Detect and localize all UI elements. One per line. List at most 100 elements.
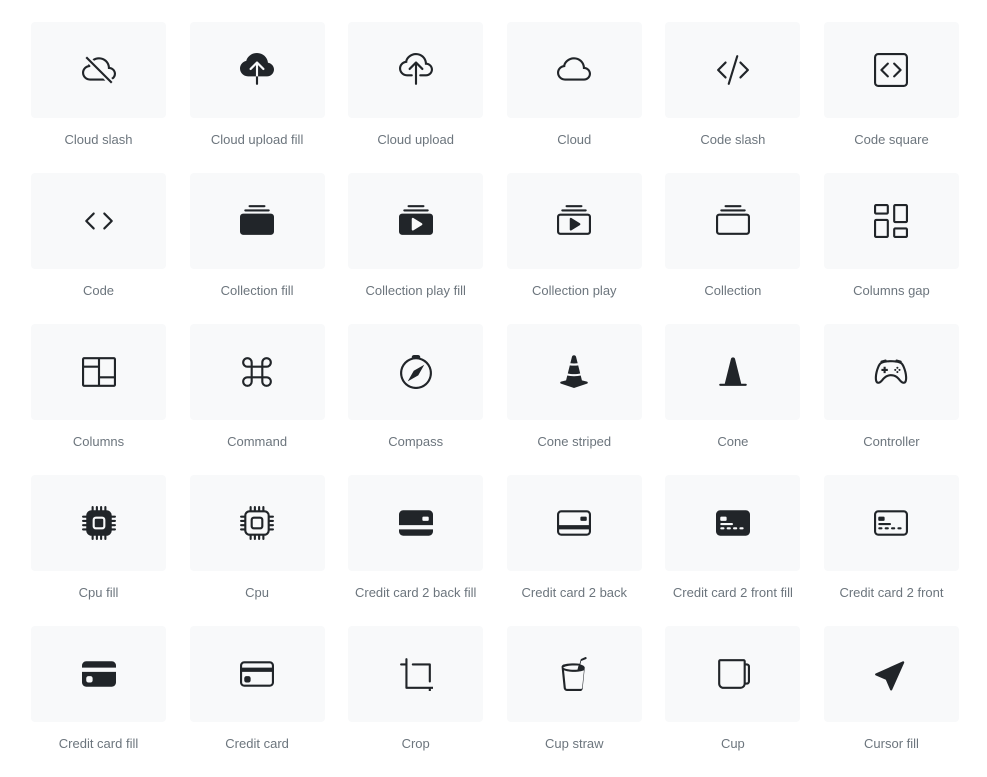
icon-tile[interactable] (823, 22, 959, 118)
cone-striped-icon (560, 355, 589, 388)
icon-card[interactable]: Credit card 2 back fill (348, 475, 484, 626)
icon-card[interactable]: Columns gap (823, 173, 959, 324)
icon-label: Code (82, 283, 115, 298)
icon-label: Credit card fill (58, 736, 139, 751)
code-slash-icon (716, 55, 749, 85)
icon-tile[interactable] (31, 22, 166, 118)
icon-grid: Cloud slash Cloud upload fill Cloud uplo… (31, 22, 959, 777)
icon-card[interactable]: Credit card (189, 626, 325, 777)
cup-icon (718, 659, 750, 689)
icon-label: Cloud upload (377, 132, 454, 147)
credit-card-2-front-icon (874, 510, 909, 536)
icon-tile[interactable] (189, 475, 325, 571)
icon-card[interactable]: Code (31, 173, 166, 324)
icon-tile[interactable] (189, 173, 325, 269)
icon-card[interactable]: Cup straw (506, 626, 642, 777)
icon-tile[interactable] (823, 626, 959, 722)
cursor-fill-icon (875, 661, 905, 691)
icon-tile[interactable] (348, 22, 484, 118)
icon-tile[interactable] (31, 626, 166, 722)
icon-label: Collection fill (220, 283, 294, 298)
icon-card[interactable]: Columns (31, 324, 166, 475)
icon-card[interactable]: Cloud slash (31, 22, 166, 173)
icon-tile[interactable] (506, 22, 642, 118)
icon-tile[interactable] (506, 475, 642, 571)
icon-card[interactable]: Cloud upload fill (189, 22, 325, 173)
credit-card-2-back-fill-icon (398, 510, 433, 536)
icon-card[interactable]: Collection fill (189, 173, 325, 324)
icon-card[interactable]: Cone (665, 324, 801, 475)
icon-card[interactable]: Credit card 2 front fill (665, 475, 801, 626)
icon-tile[interactable] (665, 22, 801, 118)
icon-tile[interactable] (506, 173, 642, 269)
icon-tile[interactable] (189, 626, 325, 722)
icon-card[interactable]: Command (189, 324, 325, 475)
command-icon (242, 357, 272, 387)
controller-icon (875, 359, 908, 384)
icon-tile[interactable] (665, 626, 801, 722)
icon-tile[interactable] (31, 324, 166, 420)
icon-label: Cloud upload fill (210, 132, 304, 147)
icon-tile[interactable] (189, 324, 325, 420)
crop-icon (399, 658, 433, 691)
icon-tile[interactable] (348, 626, 484, 722)
credit-card-2-front-fill-icon (715, 510, 750, 536)
icon-label: Columns (72, 434, 125, 449)
icon-tile[interactable] (823, 173, 959, 269)
icon-tile[interactable] (348, 324, 484, 420)
cloud-slash-icon (81, 56, 116, 84)
icon-tile[interactable] (31, 173, 166, 269)
collection-play-icon (557, 205, 592, 235)
columns-icon (81, 357, 116, 387)
cup-straw-icon (561, 657, 587, 691)
icon-tile[interactable] (823, 324, 959, 420)
cpu-fill-icon (81, 506, 116, 540)
icon-label: Cursor fill (864, 736, 919, 751)
icon-card[interactable]: Crop (348, 626, 484, 777)
icon-card[interactable]: Cloud upload (348, 22, 484, 173)
icon-card[interactable]: Credit card 2 front (823, 475, 959, 626)
icon-card[interactable]: Cpu (189, 475, 325, 626)
icon-card[interactable]: Cursor fill (823, 626, 959, 777)
icon-tile[interactable] (823, 475, 959, 571)
cloud-upload-icon (398, 53, 433, 85)
icon-card[interactable]: Code slash (665, 22, 801, 173)
icon-tile[interactable] (665, 324, 801, 420)
icon-card[interactable]: Credit card 2 back (506, 475, 642, 626)
icon-card[interactable]: Collection play fill (348, 173, 484, 324)
cloud-icon (557, 57, 592, 81)
icon-label: Credit card (225, 736, 289, 751)
icon-tile[interactable] (665, 475, 801, 571)
code-square-icon (874, 53, 909, 87)
icon-tile[interactable] (348, 475, 484, 571)
icon-card[interactable]: Cup (665, 626, 801, 777)
icon-card[interactable]: Cone striped (506, 324, 642, 475)
icon-label: Credit card 2 back fill (354, 585, 477, 600)
icon-tile[interactable] (665, 173, 801, 269)
icon-card[interactable]: Collection play (506, 173, 642, 324)
icon-label: Compass (388, 434, 444, 449)
icon-label: Cone striped (537, 434, 612, 449)
icon-card[interactable]: Code square (823, 22, 959, 173)
cloud-upload-fill-icon (240, 53, 275, 85)
icon-tile[interactable] (348, 173, 484, 269)
icon-card[interactable]: Controller (823, 324, 959, 475)
credit-card-fill-icon (81, 661, 116, 687)
icon-label: Collection (704, 283, 762, 298)
cpu-icon (240, 506, 275, 540)
icon-card[interactable]: Cpu fill (31, 475, 166, 626)
icon-tile[interactable] (31, 475, 166, 571)
icon-card[interactable]: Cloud (506, 22, 642, 173)
icon-label: Cloud (557, 132, 592, 147)
icon-card[interactable]: Compass (348, 324, 484, 475)
icon-label: Cup straw (545, 736, 604, 751)
icon-label: Code slash (700, 132, 766, 147)
icon-label: Credit card 2 front (839, 585, 944, 600)
icon-tile[interactable] (189, 22, 325, 118)
icon-card[interactable]: Collection (665, 173, 801, 324)
icon-label: Cpu (245, 585, 270, 600)
code-icon (84, 212, 113, 230)
icon-tile[interactable] (506, 324, 642, 420)
icon-tile[interactable] (506, 626, 642, 722)
icon-card[interactable]: Credit card fill (31, 626, 166, 777)
